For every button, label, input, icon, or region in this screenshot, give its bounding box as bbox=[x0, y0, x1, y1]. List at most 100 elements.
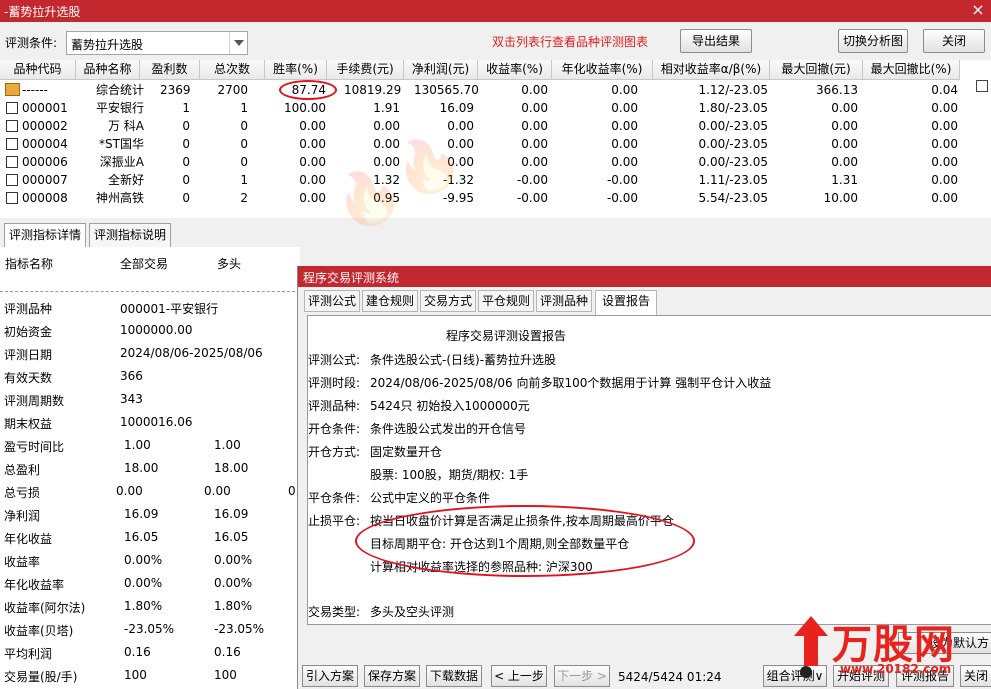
table-cell: 0 bbox=[182, 173, 190, 187]
indicator-name: 收益率(贝塔) bbox=[4, 624, 74, 638]
row-checkbox[interactable] bbox=[6, 156, 18, 168]
table-row[interactable]: 000006 深振业A 0 0 0.00 0.00 0.00 0.00 0.00 0.00/-23… bbox=[0, 153, 960, 171]
column-header[interactable]: 手续费(元) bbox=[327, 60, 404, 80]
table-cell: 0 bbox=[240, 119, 248, 133]
row-checkbox[interactable] bbox=[6, 192, 18, 204]
table-row[interactable]: 000001 平安银行 1 1 100.00 1.91 16.09 0.00 0.00 1.80/… bbox=[0, 99, 960, 117]
symbols-value: 5424只 初始投入1000000元 bbox=[370, 399, 530, 413]
table-cell: 5.54/-23.05 bbox=[698, 191, 768, 205]
indicator-row: 交易量(股/手) 100 100 bbox=[0, 665, 300, 688]
row-checkbox[interactable] bbox=[6, 138, 18, 150]
prev-step-button[interactable]: < 上一步 bbox=[491, 665, 547, 687]
close-icon[interactable]: × bbox=[971, 1, 985, 19]
table-row[interactable]: 000007 全新好 0 1 0.00 1.32 -1.32 -0.00 -0.00 1.11/-… bbox=[0, 171, 960, 189]
toolbar: 评测条件: 蓄势拉升选股 双击列表行查看品种评测图表 导出结果 切换分析图 关闭 bbox=[0, 22, 991, 58]
column-header[interactable]: 最大回撤(元) bbox=[770, 60, 863, 80]
table-row[interactable]: 000008 神州高铁 0 2 0.00 0.95 -9.95 -0.00 -0.00 5.54/… bbox=[0, 189, 960, 207]
table-cell: 0.00 bbox=[611, 101, 638, 115]
indicator-row: 期末权益 1000016.06 bbox=[0, 412, 300, 435]
tab-formula[interactable]: 评测公式 bbox=[304, 290, 360, 312]
table-cell: -0.00 bbox=[516, 173, 548, 187]
logo-url: www.20182.com bbox=[840, 662, 952, 676]
table-cell: 1.91 bbox=[373, 101, 400, 115]
column-header[interactable]: 胜率(%) bbox=[265, 60, 327, 80]
row-checkbox[interactable] bbox=[6, 120, 18, 132]
indicator-row: 收益率(阿尔法) 1.80% 1.80% bbox=[0, 596, 300, 619]
column-header[interactable]: 相对收益率α/β(%) bbox=[653, 60, 770, 80]
table-cell: 0.00 bbox=[931, 137, 958, 151]
indicator-row: 盈亏时间比 1.00 1.00 bbox=[0, 435, 300, 458]
condition-select[interactable]: 蓄势拉升选股 bbox=[66, 31, 248, 55]
download-data-button[interactable]: 下载数据 bbox=[426, 665, 482, 687]
table-cell: 2 bbox=[240, 191, 248, 205]
table-cell: 平安银行 bbox=[95, 101, 144, 115]
column-header[interactable]: 品种代码 bbox=[0, 60, 76, 80]
next-step-button[interactable]: 下一步 > bbox=[554, 665, 610, 687]
indicator-value: 100 bbox=[214, 668, 237, 682]
vertical-scrollbar[interactable] bbox=[975, 80, 989, 218]
tab-indicator-explain[interactable]: 评测指标说明 bbox=[89, 223, 171, 247]
export-button[interactable]: 导出结果 bbox=[680, 29, 752, 53]
table-cell: 1.80/-23.05 bbox=[698, 101, 768, 115]
indicator-name: 年化收益 bbox=[4, 532, 53, 546]
column-header[interactable]: 年化收益率(%) bbox=[552, 60, 653, 80]
table-row[interactable]: 000004 *ST国华 0 0 0.00 0.00 0.00 0.00 0.00 0.00/-2… bbox=[0, 135, 960, 153]
table-cell: 综合统计 bbox=[95, 83, 144, 97]
indicator-row: 有效天数 366 bbox=[0, 366, 300, 389]
indicator-name: 年化收益率 bbox=[4, 578, 65, 592]
close-cond-value: 公式中定义的平仓条件 bbox=[370, 491, 491, 505]
column-header[interactable]: 净利润(元) bbox=[404, 60, 478, 80]
table-cell: 0.00 bbox=[521, 83, 548, 97]
indicator-value: 1000000.00 bbox=[120, 323, 193, 337]
close-button[interactable]: 关闭 bbox=[923, 29, 985, 53]
table-cell: 0.00/-23.05 bbox=[698, 119, 768, 133]
window-title: -蓄势拉升选股 bbox=[4, 5, 81, 19]
indicator-value: 18.00 bbox=[214, 461, 249, 475]
close-cond-label: 平仓条件: bbox=[308, 491, 361, 505]
indicator-value: -23.05% bbox=[124, 622, 175, 636]
tab-open-rule[interactable]: 建仓规则 bbox=[362, 290, 418, 312]
table-cell: 1.12/-23.05 bbox=[698, 83, 768, 97]
table-cell: 0.00 bbox=[299, 191, 326, 205]
table-row[interactable]: ------ 综合统计 2369 2700 87.74 10819.29 130565.70… bbox=[0, 81, 960, 99]
table-row[interactable]: 000002 万 科A 0 0 0.00 0.00 0.00 0.00 0.00 0.00/-23… bbox=[0, 117, 960, 135]
chevron-down-icon[interactable] bbox=[229, 32, 247, 54]
row-checkbox[interactable] bbox=[6, 174, 18, 186]
open-mode-detail: 股票: 100股，期货/期权: 1手 bbox=[370, 468, 529, 482]
stop-loss-label: 止损平仓: bbox=[308, 514, 361, 528]
table-cell: -0.00 bbox=[606, 173, 638, 187]
tab-symbols[interactable]: 评测品种 bbox=[536, 290, 592, 312]
column-header[interactable]: 盈利数 bbox=[140, 60, 200, 80]
table-cell: 0 bbox=[182, 191, 190, 205]
indicator-value: 0.00% bbox=[214, 576, 253, 590]
indicator-name: 总盈利 bbox=[4, 463, 41, 477]
row-checkbox[interactable] bbox=[6, 102, 18, 114]
indicator-name: 评测周期数 bbox=[4, 394, 65, 408]
period-value: 2024/08/06-2025/08/06 向前多取100个数据用于计算 强制平… bbox=[370, 376, 772, 390]
tab-close-rule[interactable]: 平仓规则 bbox=[478, 290, 534, 312]
tab-indicator-detail[interactable]: 评测指标详情 bbox=[4, 223, 86, 247]
import-plan-button[interactable]: 引入方案 bbox=[302, 665, 358, 687]
highlight-oval-stoploss bbox=[355, 505, 695, 577]
table-cell: 100.00 bbox=[284, 101, 326, 115]
indicator-value: 16.09 bbox=[214, 507, 249, 521]
column-header[interactable]: 品种名称 bbox=[76, 60, 140, 80]
indicator-value: 343 bbox=[120, 392, 143, 406]
table-cell: 0.00 bbox=[521, 155, 548, 169]
scroll-box-icon[interactable] bbox=[976, 80, 988, 92]
column-header[interactable]: 总次数 bbox=[200, 60, 265, 80]
table-cell: 2369 bbox=[160, 83, 191, 97]
indicator-name: 评测品种 bbox=[4, 302, 53, 316]
tab-trade-mode[interactable]: 交易方式 bbox=[420, 290, 476, 312]
indicator-row: 总盈利 18.00 18.00 bbox=[0, 458, 300, 481]
switch-chart-button[interactable]: 切换分析图 bbox=[838, 29, 908, 53]
indicator-value: 0.00 bbox=[116, 484, 143, 498]
table-cell: 0 bbox=[182, 119, 190, 133]
table-cell: 0.00/-23.05 bbox=[698, 155, 768, 169]
site-logo: 万股网 www.20182.com bbox=[790, 612, 990, 684]
save-plan-button[interactable]: 保存方案 bbox=[364, 665, 420, 687]
indicator-value: 0.00% bbox=[124, 576, 163, 590]
column-header[interactable]: 最大回撤比(%) bbox=[863, 60, 960, 80]
tab-report[interactable]: 设置报告 bbox=[595, 290, 657, 315]
column-header[interactable]: 收益率(%) bbox=[478, 60, 552, 80]
